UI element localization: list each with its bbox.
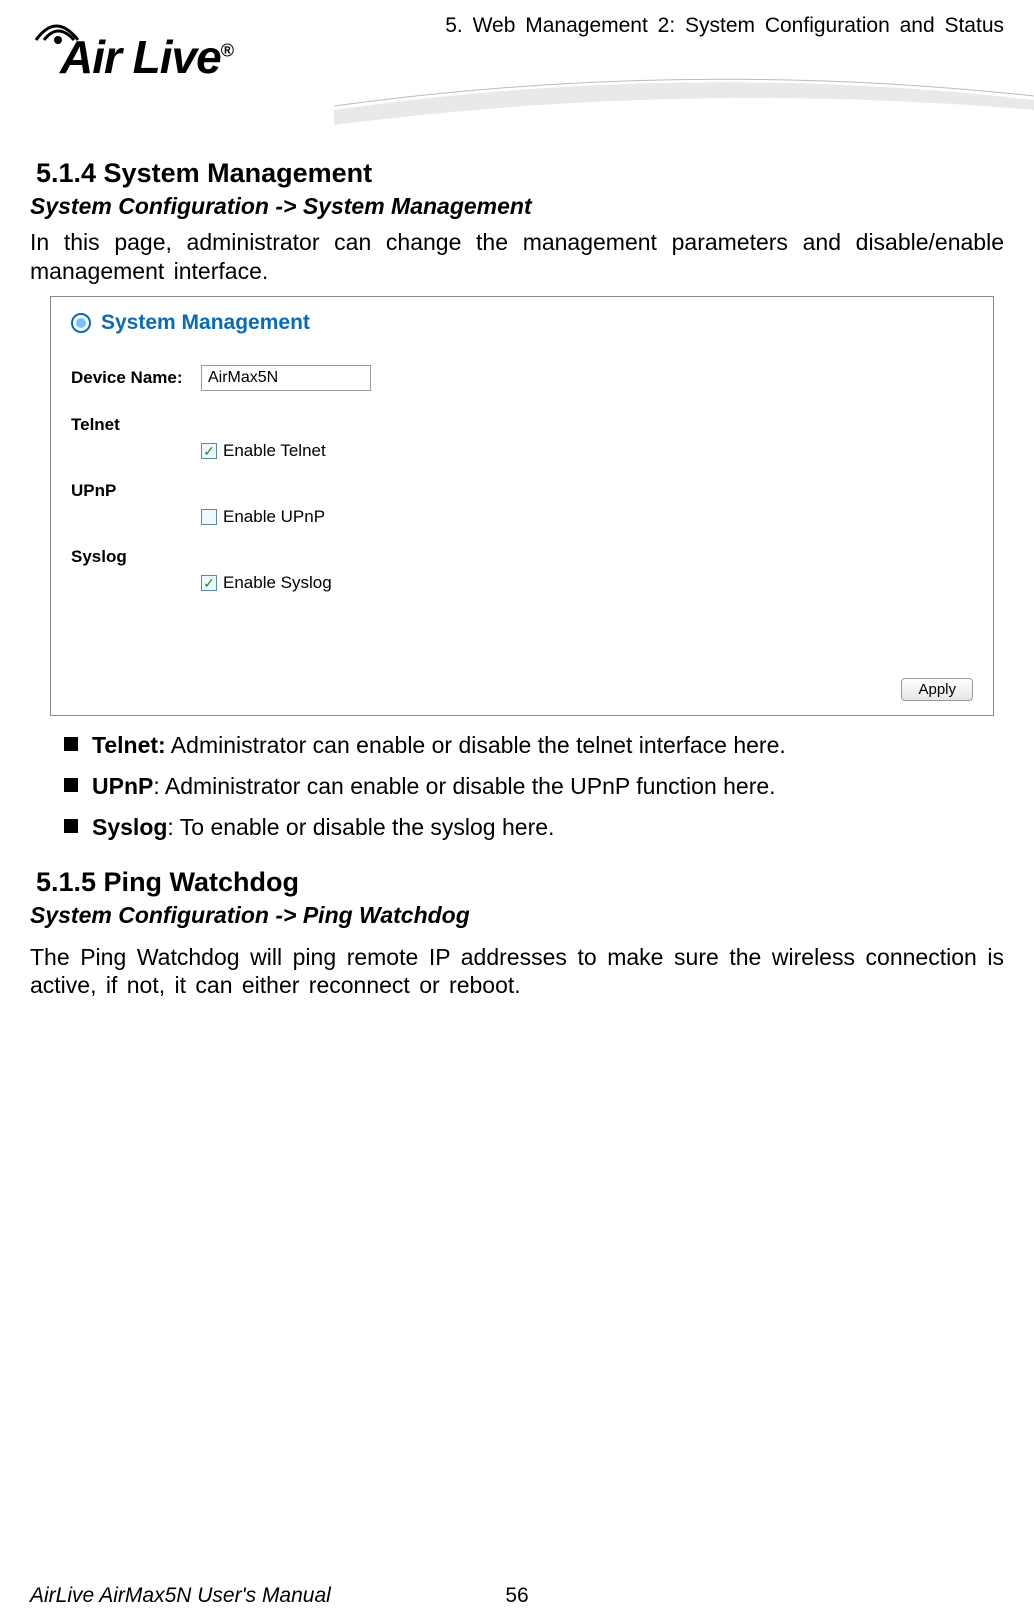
registered-icon: ® [221,41,233,61]
brand-logo: Air Live® [30,10,330,110]
telnet-label: Telnet [71,415,973,435]
manual-title: AirLive AirMax5N User's Manual [30,1584,331,1608]
panel-title-text: System Management [101,311,310,335]
breadcrumb: System Configuration -> System Managemen… [30,193,1004,220]
page-header: 5. Web Management 2: System Configuratio… [30,10,1004,120]
enable-telnet-row[interactable]: ✓ Enable Telnet [201,441,973,461]
chapter-title: 5. Web Management 2: System Configuratio… [445,14,1004,38]
section-heading-514: 5.1.4 System Management [36,158,1004,189]
breadcrumb-515: System Configuration -> Ping Watchdog [30,902,1004,929]
bullet-telnet: Telnet: Administrator can enable or disa… [64,730,1004,761]
logo-text: Air Live [60,31,221,83]
device-name-label: Device Name: [71,368,201,388]
upnp-label: UPnP [71,481,973,501]
enable-upnp-checkbox[interactable] [201,509,217,525]
intro-text-514: In this page, administrator can change t… [30,228,1004,286]
enable-syslog-checkbox[interactable]: ✓ [201,575,217,591]
intro-text-515: The Ping Watchdog will ping remote IP ad… [30,943,1004,1001]
bullet-upnp: UPnP: Administrator can enable or disabl… [64,771,1004,802]
panel-bullet-icon [71,313,91,333]
apply-button[interactable]: Apply [901,678,973,701]
system-management-panel: System Management Device Name: Telnet ✓ … [50,296,994,716]
bullet-syslog: Syslog: To enable or disable the syslog … [64,812,1004,843]
device-name-row: Device Name: [71,365,973,391]
enable-upnp-text: Enable UPnP [223,507,325,527]
enable-upnp-row[interactable]: Enable UPnP [201,507,973,527]
syslog-label: Syslog [71,547,973,567]
feature-bullets: Telnet: Administrator can enable or disa… [30,730,1004,843]
enable-telnet-checkbox[interactable]: ✓ [201,443,217,459]
enable-syslog-text: Enable Syslog [223,573,332,593]
enable-syslog-row[interactable]: ✓ Enable Syslog [201,573,973,593]
page-footer: 56 AirLive AirMax5N User's Manual [30,1584,1004,1608]
section-heading-515: 5.1.5 Ping Watchdog [36,867,1004,898]
panel-title: System Management [71,311,973,335]
enable-telnet-text: Enable Telnet [223,441,326,461]
device-name-input[interactable] [201,365,371,391]
page-content: 5.1.4 System Management System Configura… [30,120,1004,1000]
